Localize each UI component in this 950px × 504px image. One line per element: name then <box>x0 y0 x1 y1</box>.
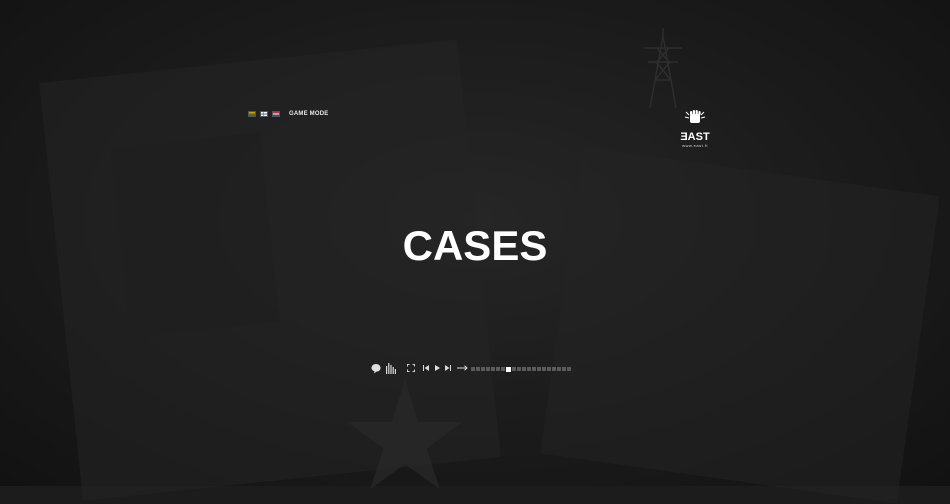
next-icon[interactable] <box>443 361 453 375</box>
progress-segment[interactable] <box>471 367 475 371</box>
progress-segment[interactable] <box>532 367 536 371</box>
newspaper-right-decoration <box>540 146 940 504</box>
arrow-right-icon[interactable] <box>455 361 469 375</box>
page-title: CASES <box>402 222 548 269</box>
equalizer-icon[interactable] <box>384 361 398 375</box>
progress-segment[interactable] <box>547 367 551 371</box>
progress-segment[interactable] <box>542 367 546 371</box>
fist-emblem-icon <box>684 110 706 123</box>
progress-segment[interactable] <box>557 367 561 371</box>
finland-flag-icon[interactable] <box>260 111 268 117</box>
progress-segment[interactable] <box>496 367 500 371</box>
progress-segment[interactable] <box>481 367 485 371</box>
power-pylon-decoration <box>644 28 682 108</box>
progress-segment[interactable] <box>527 367 531 371</box>
progress-bar[interactable] <box>471 366 571 372</box>
progress-segment[interactable] <box>552 367 556 371</box>
lithuania-flag-icon[interactable] <box>248 111 256 117</box>
progress-segment[interactable] <box>567 367 571 371</box>
progress-segment[interactable] <box>537 367 541 371</box>
logo-url: www.east.fi <box>682 143 708 148</box>
progress-segment[interactable] <box>501 367 505 371</box>
progress-segment[interactable] <box>491 367 495 371</box>
progress-segment[interactable] <box>562 367 566 371</box>
game-mode-link[interactable]: GAME MODE <box>289 111 328 117</box>
play-icon[interactable] <box>432 361 442 375</box>
previous-icon[interactable] <box>421 361 431 375</box>
east-logo[interactable]: ƎAST www.east.fi <box>672 109 718 149</box>
progress-segment[interactable] <box>486 367 490 371</box>
progress-segment[interactable] <box>512 367 516 371</box>
progress-segment[interactable] <box>517 367 521 371</box>
language-selector: GAME MODE <box>248 111 328 117</box>
progress-segment[interactable] <box>476 367 480 371</box>
fullscreen-icon[interactable] <box>406 361 416 375</box>
logo-text: ƎAST <box>680 131 710 143</box>
chat-icon[interactable] <box>370 361 382 375</box>
usa-flag-icon[interactable] <box>272 111 280 117</box>
media-player-controls <box>370 361 469 375</box>
progress-segment[interactable] <box>522 367 526 371</box>
progress-current-segment[interactable] <box>506 366 511 372</box>
